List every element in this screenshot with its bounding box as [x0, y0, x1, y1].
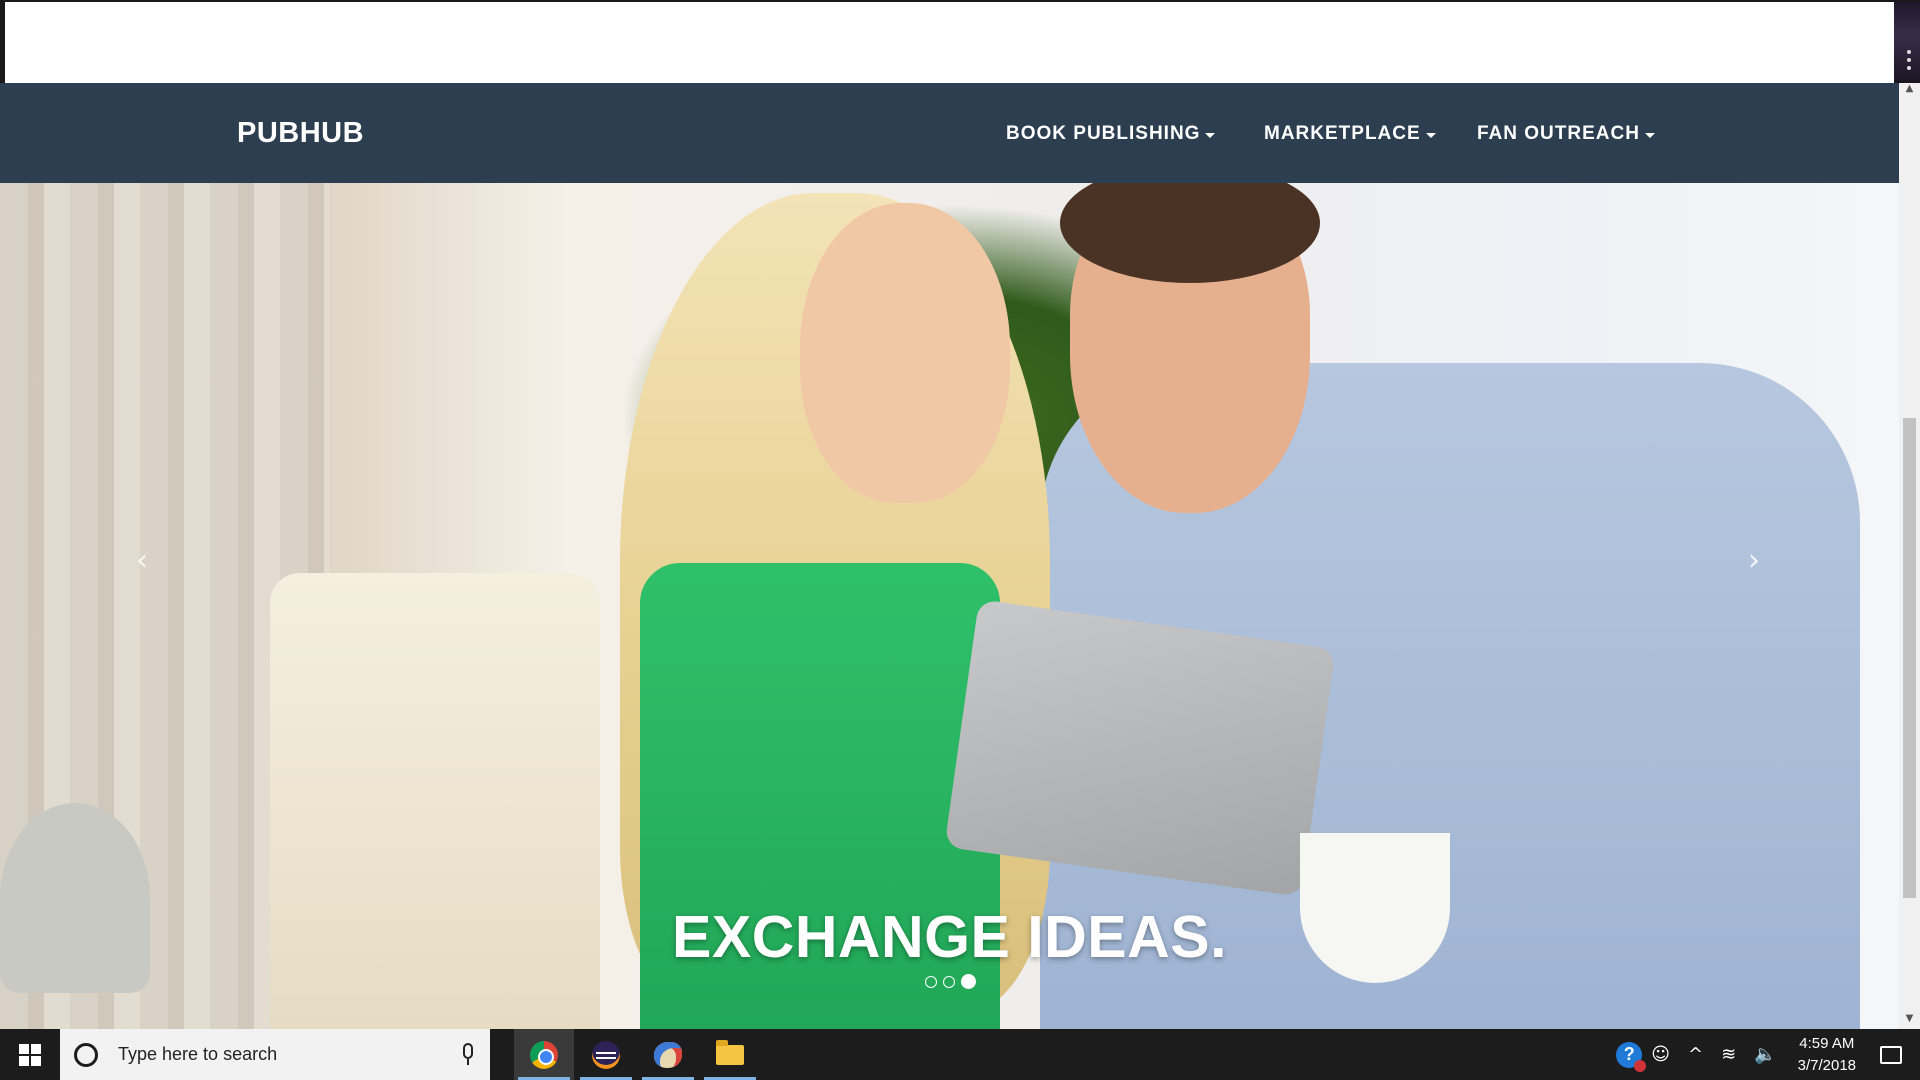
nav-book-publishing[interactable]: BOOK PUBLISHING [1006, 123, 1216, 145]
scroll-up-icon[interactable]: ▲ [1899, 83, 1920, 99]
hero-caption: EXCHANGE IDEAS. [672, 904, 1227, 970]
eclipse-icon [592, 1040, 620, 1069]
carousel-prev-icon[interactable]: ‹ [136, 543, 148, 578]
carousel-indicator-3[interactable] [961, 974, 976, 989]
nav-fan-outreach[interactable]: FAN OUTREACH [1477, 123, 1655, 145]
site-navbar: PUBHUB BOOK PUBLISHING MARKETPLACE FAN O… [0, 83, 1899, 183]
clock-date: 3/7/2018 [1797, 1056, 1856, 1074]
caret-down-icon [1425, 132, 1436, 138]
action-center-icon[interactable] [1880, 1045, 1902, 1064]
browser-top-area [0, 0, 1920, 85]
page-scrollbar[interactable]: ▲ ▼ [1899, 83, 1920, 1029]
chrome-icon [530, 1040, 558, 1069]
taskbar-clock[interactable]: 4:59 AM 3/7/2018 [1798, 1033, 1856, 1077]
paint-icon [654, 1041, 682, 1068]
taskbar-paint[interactable] [638, 1029, 698, 1080]
carousel-next-icon[interactable]: › [1748, 543, 1760, 578]
people-icon[interactable]: ☺ [1651, 1044, 1670, 1065]
hero-image-tablet [944, 599, 1336, 897]
site-brand[interactable]: PUBHUB [237, 117, 364, 150]
nav-marketplace-label: MARKETPLACE [1264, 123, 1421, 144]
volume-icon[interactable]: 🔈 [1754, 1044, 1776, 1065]
nav-fan-outreach-label: FAN OUTREACH [1477, 123, 1640, 144]
chevron-up-icon[interactable]: ^ [1688, 1044, 1703, 1065]
hero-image-woman-face [800, 203, 1010, 503]
taskbar-chrome[interactable] [514, 1029, 574, 1080]
browser-edge-strip [1894, 2, 1920, 85]
system-tray: ? ☺ ^ ≋ 🔈 4:59 AM 3/7/2018 [1616, 1029, 1920, 1080]
file-explorer-icon [716, 1039, 744, 1065]
microphone-icon[interactable] [462, 1043, 474, 1065]
clock-time: 4:59 AM [1799, 1034, 1855, 1052]
caret-down-icon [1644, 132, 1655, 138]
scroll-down-icon[interactable]: ▼ [1899, 1013, 1920, 1029]
cortana-icon [74, 1042, 98, 1067]
nav-book-publishing-label: BOOK PUBLISHING [1006, 123, 1201, 144]
start-button[interactable] [0, 1029, 60, 1080]
hero-carousel: ‹ › EXCHANGE IDEAS. [0, 183, 1899, 1029]
taskbar-file-explorer[interactable] [700, 1029, 760, 1080]
scrollbar-thumb[interactable] [1903, 418, 1916, 898]
search-placeholder: Type here to search [118, 1044, 278, 1064]
windows-taskbar: Type here to search ? ☺ ^ ≋ 🔈 4:59 AM 3/… [0, 1029, 1920, 1080]
taskbar-eclipse[interactable] [576, 1029, 636, 1080]
browser-menu-icon[interactable] [1906, 50, 1912, 70]
windows-logo-icon [19, 1043, 41, 1066]
help-icon[interactable]: ? [1616, 1041, 1647, 1072]
caret-down-icon [1205, 132, 1216, 138]
carousel-indicators [925, 974, 976, 989]
carousel-indicator-1[interactable] [925, 975, 937, 988]
carousel-indicator-2[interactable] [943, 975, 955, 988]
taskbar-search-box[interactable]: Type here to search [60, 1029, 490, 1080]
network-icon[interactable]: ≋ [1721, 1044, 1736, 1065]
nav-marketplace[interactable]: MARKETPLACE [1264, 123, 1436, 145]
